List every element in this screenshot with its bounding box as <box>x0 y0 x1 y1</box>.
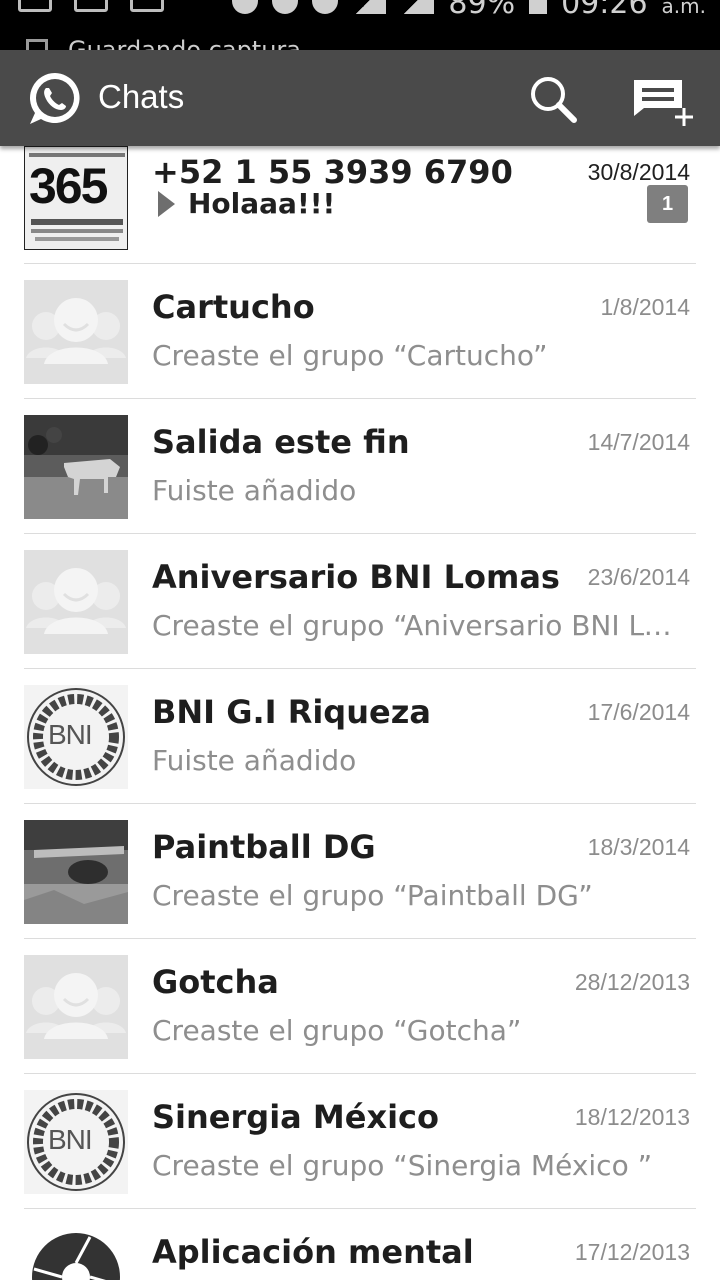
play-arrow-icon <box>158 191 175 217</box>
chat-preview: Creaste el grupo “Paintball DG” <box>152 879 593 912</box>
wifi-icon <box>312 0 339 14</box>
paintball-photo <box>24 820 128 924</box>
horse-photo <box>24 415 128 519</box>
battery-percent: 89% <box>448 0 516 21</box>
chat-preview: Creaste el grupo “Aniversario BNI Lo… <box>152 609 672 642</box>
chat-list[interactable]: 365 +52 1 55 3939 6790 30/8/2014 Holaaa!… <box>0 146 720 1280</box>
chat-preview: Creaste el grupo “Gotcha” <box>152 1014 522 1047</box>
bni-text: BNI <box>48 1124 93 1155</box>
chat-name: Sinergia México <box>152 1098 439 1136</box>
notification-text: Guardando captura <box>68 36 301 50</box>
chat-name: Aniversario BNI Lomas <box>152 558 560 596</box>
chat-date: 18/3/2014 <box>587 834 690 860</box>
chat-date: 23/6/2014 <box>587 564 690 590</box>
upload-icon <box>18 0 52 12</box>
chat-name: Gotcha <box>152 963 279 1001</box>
chat-row[interactable]: Cartucho 1/8/2014 Creaste el grupo “Cart… <box>0 264 720 399</box>
chat-date: 1/8/2014 <box>600 294 690 320</box>
default-group-icon <box>26 568 126 634</box>
chat-name: BNI G.I Riqueza <box>152 693 431 731</box>
group-avatar[interactable] <box>24 955 128 1059</box>
group-avatar[interactable]: BNI <box>24 685 128 789</box>
image-icon <box>74 0 108 12</box>
group-avatar[interactable]: BNI <box>24 1090 128 1194</box>
clock-ampm: a.m. <box>661 0 706 18</box>
chat-date: 28/12/2013 <box>574 969 690 995</box>
group-avatar[interactable] <box>24 280 128 384</box>
chat-date: 18/12/2013 <box>574 1104 690 1130</box>
chat-name: Cartucho <box>152 288 315 326</box>
chat-row[interactable]: Salida este fin 14/7/2014 Fuiste añadido <box>0 399 720 534</box>
group-avatar[interactable] <box>24 415 128 519</box>
chat-row[interactable]: Aplicación mental 17/12/2013 <box>0 1209 720 1280</box>
chat-preview: Creaste el grupo “Sinergia México ” <box>152 1149 653 1182</box>
chat-preview: Fuiste añadido <box>152 744 357 777</box>
new-chat-icon[interactable] <box>630 74 696 130</box>
whatsapp-logo-icon <box>30 73 80 124</box>
saving-screenshot-notification: Guardando captura <box>26 36 301 50</box>
chat-row[interactable]: Aniversario BNI Lomas 23/6/2014 Creaste … <box>0 534 720 669</box>
chat-name: Aplicación mental <box>152 1233 474 1271</box>
alarm-icon <box>272 0 299 14</box>
contact-avatar[interactable]: 365 <box>24 146 128 250</box>
logo-365-text: 365 <box>29 158 108 214</box>
chat-row[interactable]: BNI Sinergia México 18/12/2013 Creaste e… <box>0 1074 720 1209</box>
app-title: Chats <box>98 78 185 115</box>
battery-icon <box>529 0 548 14</box>
bluetooth-icon <box>232 0 259 14</box>
chat-date: 14/7/2014 <box>587 429 690 455</box>
status-bar: 89% 09:26 a.m. Guardando captura <box>0 0 720 50</box>
default-group-icon <box>26 973 126 1039</box>
checkbox-icon <box>26 39 48 50</box>
unread-count-badge: 1 <box>647 185 688 223</box>
spiral-logo <box>32 1233 120 1280</box>
clock: 09:26 <box>561 0 648 21</box>
chat-preview: Holaaa!!! <box>188 187 336 220</box>
status-notification-icons <box>18 0 164 12</box>
search-icon[interactable] <box>526 72 580 126</box>
chat-date: 17/6/2014 <box>587 699 690 725</box>
signal-icon <box>352 0 387 14</box>
group-avatar[interactable] <box>24 1225 128 1280</box>
default-group-icon <box>26 298 126 364</box>
chat-date: 17/12/2013 <box>574 1239 690 1265</box>
app-bar: Chats <box>0 50 720 146</box>
chat-preview: Fuiste añadido <box>152 474 357 507</box>
group-avatar[interactable] <box>24 820 128 924</box>
chat-row[interactable]: 365 +52 1 55 3939 6790 30/8/2014 Holaaa!… <box>0 146 720 264</box>
bni-text: BNI <box>48 719 93 750</box>
screenshot-icon <box>130 0 164 12</box>
signal-icon-2 <box>400 0 435 14</box>
chat-row[interactable]: BNI BNI G.I Riqueza 17/6/2014 Fuiste aña… <box>0 669 720 804</box>
chat-name: Salida este fin <box>152 423 410 461</box>
chat-row[interactable]: Paintball DG 18/3/2014 Creaste el grupo … <box>0 804 720 939</box>
chat-name: +52 1 55 3939 6790 <box>152 153 513 191</box>
group-avatar[interactable] <box>24 550 128 654</box>
chat-name: Paintball DG <box>152 828 376 866</box>
status-system-area: 89% 09:26 a.m. <box>232 0 706 21</box>
chat-date: 30/8/2014 <box>587 159 690 185</box>
chat-preview: Creaste el grupo “Cartucho” <box>152 339 548 372</box>
chat-row[interactable]: Gotcha 28/12/2013 Creaste el grupo “Gotc… <box>0 939 720 1074</box>
